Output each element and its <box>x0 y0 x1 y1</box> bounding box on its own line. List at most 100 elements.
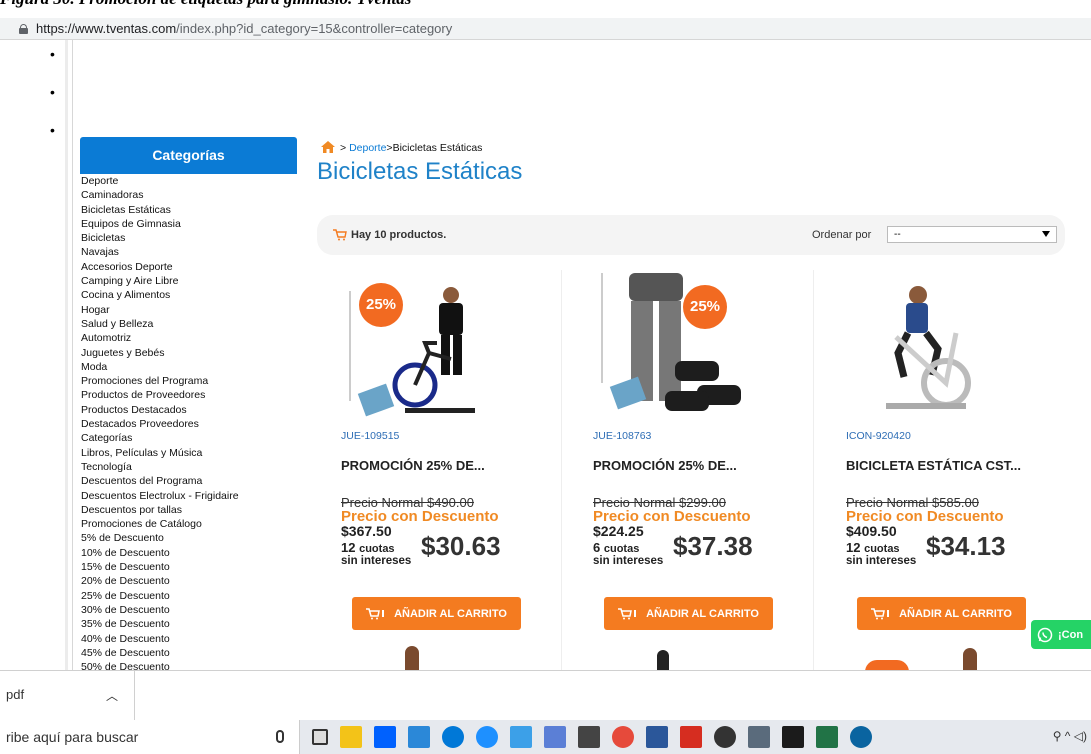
sidebar-category-item[interactable]: Descuentos del Programa <box>81 474 297 488</box>
product-name[interactable]: PROMOCIÓN 25% DE... <box>593 458 737 473</box>
download-bar: pdf ︿ <box>0 670 1091 721</box>
app-icon[interactable] <box>544 726 566 748</box>
home-icon[interactable] <box>320 140 336 154</box>
dropbox-icon[interactable] <box>374 726 396 748</box>
sidebar-category-item[interactable]: Productos Destacados <box>81 403 297 417</box>
chrome-icon[interactable] <box>612 726 634 748</box>
file-explorer-icon[interactable] <box>340 726 362 748</box>
add-to-cart-label: AÑADIR AL CARRITO <box>646 607 759 620</box>
sidebar-category-item[interactable]: Camping y Aire Libre <box>81 274 297 288</box>
cart-icon <box>333 229 347 241</box>
sort-select[interactable]: -- <box>887 226 1057 243</box>
sidebar-category-item[interactable]: 20% de Descuento <box>81 574 297 588</box>
sidebar-category-item[interactable]: 40% de Descuento <box>81 632 297 646</box>
taskbar-search-input[interactable]: ribe aquí para buscar <box>0 720 300 754</box>
breadcrumb: > Deporte > Bicicletas Estáticas <box>320 140 482 154</box>
sidebar-category-item[interactable]: Bicicletas Estáticas <box>81 203 297 217</box>
sidebar-category-item[interactable]: Bicicletas <box>81 231 297 245</box>
system-tray[interactable]: ⚲ ^ ◁) <box>1053 729 1087 743</box>
sidebar-category-item[interactable]: Promociones de Catálogo <box>81 517 297 531</box>
lock-icon <box>19 23 28 34</box>
product-card[interactable]: 25% JUE-109515 PROMOCIÓN 25% DE... Preci… <box>317 270 549 640</box>
sidebar-category-item[interactable]: Deporte <box>81 174 297 188</box>
sidebar-category-item[interactable]: Categorías <box>81 431 297 445</box>
microphone-icon[interactable] <box>276 730 284 743</box>
infinity-icon[interactable] <box>442 726 464 748</box>
sidebar-category-item[interactable]: Productos de Proveedores <box>81 388 297 402</box>
sidebar-category-item[interactable]: 25% de Descuento <box>81 589 297 603</box>
sidebar-category-item[interactable]: Promociones del Programa <box>81 374 297 388</box>
product-image[interactable] <box>846 273 998 425</box>
product-card[interactable]: ICON-920420 BICICLETA ESTÁTICA CST... Pr… <box>822 270 1054 640</box>
add-to-cart-button[interactable]: AÑADIR AL CARRITO <box>857 597 1026 630</box>
cart-icon <box>618 607 637 619</box>
task-view-icon[interactable] <box>312 729 328 745</box>
sidebar-category-item[interactable]: Equipos de Gimnasia <box>81 217 297 231</box>
sidebar-category-item[interactable]: Caminadoras <box>81 188 297 202</box>
word-icon[interactable] <box>646 726 668 748</box>
product-name[interactable]: PROMOCIÓN 25% DE... <box>341 458 485 473</box>
download-divider <box>134 671 135 721</box>
edge-icon[interactable] <box>476 726 498 748</box>
acrobat-icon[interactable] <box>680 726 702 748</box>
browser-address-bar[interactable]: https://www.tventas.com/index.php?id_cat… <box>0 18 1091 40</box>
sidebar-category-item[interactable]: Destacados Proveedores <box>81 417 297 431</box>
add-to-cart-button[interactable]: AÑADIR AL CARRITO <box>352 597 521 630</box>
sidebar-category-item[interactable]: Accesorios Deporte <box>81 260 297 274</box>
sidebar-category-item[interactable]: Juguetes y Bebés <box>81 346 297 360</box>
sidebar-category-item[interactable]: Descuentos por tallas <box>81 503 297 517</box>
sidebar-category-item[interactable]: Libros, Películas y Música <box>81 446 297 460</box>
taskbar-apps <box>312 726 872 748</box>
sidebar-category-item[interactable]: 15% de Descuento <box>81 560 297 574</box>
add-to-cart-label: AÑADIR AL CARRITO <box>899 607 1012 620</box>
category-list: Deporte Caminadoras Bicicletas Estáticas Eq… <box>80 174 297 674</box>
sidebar-category-item[interactable]: Descuentos Electrolux - Frigidaire <box>81 489 297 503</box>
product-count: Hay 10 productos. <box>333 229 446 241</box>
product-toolbar: Hay 10 productos. Ordenar por -- <box>317 215 1065 255</box>
store-icon[interactable] <box>408 726 430 748</box>
url-text[interactable]: https://www.tventas.com/index.php?id_cat… <box>36 21 452 36</box>
sidebar-category-item[interactable]: Hogar <box>81 303 297 317</box>
breadcrumb-separator: > <box>340 142 347 154</box>
product-count-text: Hay 10 productos. <box>351 229 447 241</box>
settings-gear-icon[interactable] <box>714 726 736 748</box>
product-image[interactable]: 25% <box>341 273 493 425</box>
sidebar-category-item[interactable]: Automotriz <box>81 331 297 345</box>
product-sku: JUE-108763 <box>593 430 652 442</box>
product-image[interactable]: 25% <box>593 273 745 425</box>
sidebar-category-item[interactable]: Moda <box>81 360 297 374</box>
installment-amount: $34.13 <box>926 531 1006 561</box>
photos-icon[interactable] <box>782 726 804 748</box>
download-filename[interactable]: pdf <box>6 687 24 702</box>
whatsapp-chat-button[interactable]: ¡Con <box>1031 620 1091 649</box>
price-discount: $224.25 <box>593 523 644 539</box>
breadcrumb-link-deporte[interactable]: Deporte <box>349 142 386 154</box>
chevron-up-icon[interactable]: ︿ <box>106 687 118 704</box>
installments-note: sin intereses <box>846 555 917 567</box>
cart-icon <box>871 607 890 619</box>
whatsapp-icon <box>1037 627 1053 642</box>
installments-count: 6 cuotas <box>593 540 640 555</box>
sidebar-category-item[interactable]: Tecnología <box>81 460 297 474</box>
sidebar-category-item[interactable]: 5% de Descuento <box>81 531 297 545</box>
sidebar-category-item[interactable]: Salud y Belleza <box>81 317 297 331</box>
mail-icon[interactable] <box>578 726 600 748</box>
add-to-cart-button[interactable]: AÑADIR AL CARRITO <box>604 597 773 630</box>
app-icon[interactable] <box>748 726 770 748</box>
product-card[interactable]: 25% JUE-108763 PROMOCIÓN 25% DE... Preci… <box>569 270 801 640</box>
breadcrumb-current: Bicicletas Estáticas <box>392 142 483 154</box>
product-name[interactable]: BICICLETA ESTÁTICA CST... <box>846 458 1021 473</box>
phone-link-icon[interactable] <box>510 726 532 748</box>
sidebar-category-item[interactable]: 10% de Descuento <box>81 546 297 560</box>
sidebar-category-item[interactable]: 35% de Descuento <box>81 617 297 631</box>
sidebar-category-item[interactable]: 30% de Descuento <box>81 603 297 617</box>
installments-count: 12 cuotas <box>341 540 395 555</box>
sidebar-category-item[interactable]: Cocina y Alimentos <box>81 288 297 302</box>
page-margin-line <box>72 40 73 670</box>
sidebar-category-item[interactable]: 45% de Descuento <box>81 646 297 660</box>
bullet-dot: • <box>50 84 55 100</box>
excel-icon[interactable] <box>816 726 838 748</box>
installment-amount: $37.38 <box>673 531 753 561</box>
sidebar-category-item[interactable]: Navajas <box>81 245 297 259</box>
help-icon[interactable] <box>850 726 872 748</box>
